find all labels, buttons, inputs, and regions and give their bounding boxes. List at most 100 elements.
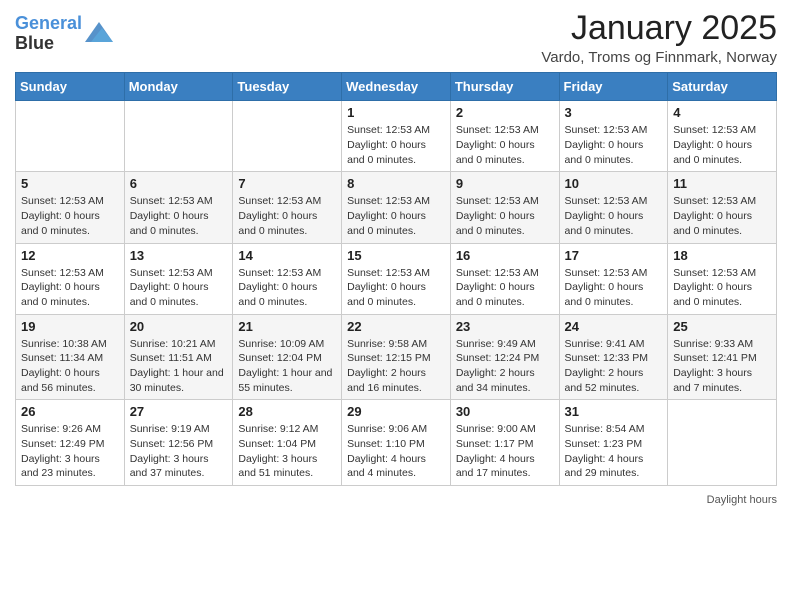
day-number: 10 <box>565 176 663 191</box>
day-number: 3 <box>565 105 663 120</box>
day-info: Sunrise: 9:06 AM Sunset: 1:10 PM Dayligh… <box>347 422 445 481</box>
day-cell: 18 Sunset: 12:53 AM Daylight: 0 hours and… <box>668 243 777 314</box>
logo-icon <box>85 22 113 42</box>
day-info: Sunset: 12:53 AM Daylight: 0 hours and 0… <box>21 266 119 310</box>
col-header-tuesday: Tuesday <box>233 73 342 101</box>
day-number: 30 <box>456 404 554 419</box>
day-info: Sunset: 12:53 AM Daylight: 0 hours and 0… <box>673 123 771 167</box>
day-info: Sunrise: 8:54 AM Sunset: 1:23 PM Dayligh… <box>565 422 663 481</box>
day-number: 31 <box>565 404 663 419</box>
day-number: 20 <box>130 319 228 334</box>
day-number: 25 <box>673 319 771 334</box>
day-info: Sunrise: 9:49 AM Sunset: 12:24 PM Daylig… <box>456 337 554 396</box>
day-number: 23 <box>456 319 554 334</box>
day-cell: 9 Sunset: 12:53 AM Daylight: 0 hours and … <box>450 172 559 243</box>
day-number: 4 <box>673 105 771 120</box>
day-info: Sunset: 12:53 AM Daylight: 0 hours and 0… <box>456 123 554 167</box>
day-cell: 3 Sunset: 12:53 AM Daylight: 0 hours and … <box>559 101 668 172</box>
day-info: Sunset: 12:53 AM Daylight: 0 hours and 0… <box>456 194 554 238</box>
day-cell: 30 Sunrise: 9:00 AM Sunset: 1:17 PM Dayli… <box>450 400 559 486</box>
day-info: Sunrise: 10:38 AM Sunset: 11:34 AM Dayli… <box>21 337 119 396</box>
day-cell: 17 Sunset: 12:53 AM Daylight: 0 hours and… <box>559 243 668 314</box>
day-cell: 13 Sunset: 12:53 AM Daylight: 0 hours and… <box>124 243 233 314</box>
day-info: Sunset: 12:53 AM Daylight: 0 hours and 0… <box>565 123 663 167</box>
logo: GeneralBlue <box>15 14 113 54</box>
day-cell <box>233 101 342 172</box>
day-number: 8 <box>347 176 445 191</box>
day-cell: 21Sunrise: 10:09 AM Sunset: 12:04 PM Day… <box>233 314 342 400</box>
week-row-2: 5Sunset: 12:53 AM Daylight: 0 hours and … <box>16 172 777 243</box>
day-info: Sunset: 12:53 AM Daylight: 0 hours and 0… <box>238 194 336 238</box>
day-cell <box>668 400 777 486</box>
day-number: 24 <box>565 319 663 334</box>
day-info: Sunset: 12:53 AM Daylight: 0 hours and 0… <box>347 266 445 310</box>
day-number: 9 <box>456 176 554 191</box>
col-header-friday: Friday <box>559 73 668 101</box>
day-number: 7 <box>238 176 336 191</box>
day-cell: 24Sunrise: 9:41 AM Sunset: 12:33 PM Dayl… <box>559 314 668 400</box>
day-number: 16 <box>456 248 554 263</box>
day-info: Sunrise: 9:26 AM Sunset: 12:49 PM Daylig… <box>21 422 119 481</box>
day-cell: 23 Sunrise: 9:49 AM Sunset: 12:24 PM Dayl… <box>450 314 559 400</box>
calendar-table: SundayMondayTuesdayWednesdayThursdayFrid… <box>15 72 777 486</box>
header: GeneralBlue January 2025 Vardo, Troms og… <box>15 10 777 66</box>
day-info: Sunrise: 9:19 AM Sunset: 12:56 PM Daylig… <box>130 422 228 481</box>
day-cell: 1Sunset: 12:53 AM Daylight: 0 hours and … <box>342 101 451 172</box>
day-number: 21 <box>238 319 336 334</box>
day-number: 22 <box>347 319 445 334</box>
day-cell: 6 Sunset: 12:53 AM Daylight: 0 hours and … <box>124 172 233 243</box>
day-info: Sunset: 12:53 AM Daylight: 0 hours and 0… <box>347 194 445 238</box>
day-cell: 28 Sunrise: 9:12 AM Sunset: 1:04 PM Dayli… <box>233 400 342 486</box>
day-cell: 22 Sunrise: 9:58 AM Sunset: 12:15 PM Dayl… <box>342 314 451 400</box>
day-cell: 15Sunset: 12:53 AM Daylight: 0 hours and… <box>342 243 451 314</box>
day-cell: 20 Sunrise: 10:21 AM Sunset: 11:51 AM Day… <box>124 314 233 400</box>
day-info: Sunrise: 9:00 AM Sunset: 1:17 PM Dayligh… <box>456 422 554 481</box>
day-cell: 29Sunrise: 9:06 AM Sunset: 1:10 PM Dayli… <box>342 400 451 486</box>
day-info: Sunset: 12:53 AM Daylight: 0 hours and 0… <box>130 266 228 310</box>
day-number: 6 <box>130 176 228 191</box>
title-area: January 2025 Vardo, Troms og Finnmark, N… <box>541 10 777 66</box>
col-header-saturday: Saturday <box>668 73 777 101</box>
location-title: Vardo, Troms og Finnmark, Norway <box>541 49 777 66</box>
header-row: SundayMondayTuesdayWednesdayThursdayFrid… <box>16 73 777 101</box>
day-number: 12 <box>21 248 119 263</box>
day-number: 17 <box>565 248 663 263</box>
day-cell <box>16 101 125 172</box>
week-row-4: 19 Sunrise: 10:38 AM Sunset: 11:34 AM Day… <box>16 314 777 400</box>
day-cell: 25Sunrise: 9:33 AM Sunset: 12:41 PM Dayl… <box>668 314 777 400</box>
day-cell: 8 Sunset: 12:53 AM Daylight: 0 hours and … <box>342 172 451 243</box>
day-number: 18 <box>673 248 771 263</box>
day-number: 13 <box>130 248 228 263</box>
col-header-thursday: Thursday <box>450 73 559 101</box>
day-info: Sunrise: 10:21 AM Sunset: 11:51 AM Dayli… <box>130 337 228 396</box>
week-row-5: 26 Sunrise: 9:26 AM Sunset: 12:49 PM Dayl… <box>16 400 777 486</box>
week-row-1: 1Sunset: 12:53 AM Daylight: 0 hours and … <box>16 101 777 172</box>
day-info: Sunrise: 9:12 AM Sunset: 1:04 PM Dayligh… <box>238 422 336 481</box>
day-cell: 5Sunset: 12:53 AM Daylight: 0 hours and … <box>16 172 125 243</box>
day-info: Sunset: 12:53 AM Daylight: 0 hours and 0… <box>565 194 663 238</box>
day-info: Sunset: 12:53 AM Daylight: 0 hours and 0… <box>21 194 119 238</box>
day-cell: 26 Sunrise: 9:26 AM Sunset: 12:49 PM Dayl… <box>16 400 125 486</box>
day-info: Sunset: 12:53 AM Daylight: 0 hours and 0… <box>456 266 554 310</box>
day-number: 19 <box>21 319 119 334</box>
day-cell: 7 Sunset: 12:53 AM Daylight: 0 hours and … <box>233 172 342 243</box>
day-cell: 11Sunset: 12:53 AM Daylight: 0 hours and… <box>668 172 777 243</box>
day-number: 28 <box>238 404 336 419</box>
day-number: 2 <box>456 105 554 120</box>
day-info: Sunset: 12:53 AM Daylight: 0 hours and 0… <box>130 194 228 238</box>
day-info: Sunrise: 9:58 AM Sunset: 12:15 PM Daylig… <box>347 337 445 396</box>
month-title: January 2025 <box>541 10 777 47</box>
day-number: 27 <box>130 404 228 419</box>
day-info: Sunset: 12:53 AM Daylight: 0 hours and 0… <box>673 194 771 238</box>
logo-text: GeneralBlue <box>15 14 82 54</box>
day-cell: 31 Sunrise: 8:54 AM Sunset: 1:23 PM Dayli… <box>559 400 668 486</box>
day-cell: 19 Sunrise: 10:38 AM Sunset: 11:34 AM Day… <box>16 314 125 400</box>
day-number: 26 <box>21 404 119 419</box>
day-info: Sunset: 12:53 AM Daylight: 0 hours and 0… <box>565 266 663 310</box>
day-number: 14 <box>238 248 336 263</box>
day-cell: 12 Sunset: 12:53 AM Daylight: 0 hours and… <box>16 243 125 314</box>
footer-note: Daylight hours <box>15 494 777 506</box>
day-info: Sunset: 12:53 AM Daylight: 0 hours and 0… <box>673 266 771 310</box>
day-cell: 14Sunset: 12:53 AM Daylight: 0 hours and… <box>233 243 342 314</box>
day-cell: 4 Sunset: 12:53 AM Daylight: 0 hours and … <box>668 101 777 172</box>
